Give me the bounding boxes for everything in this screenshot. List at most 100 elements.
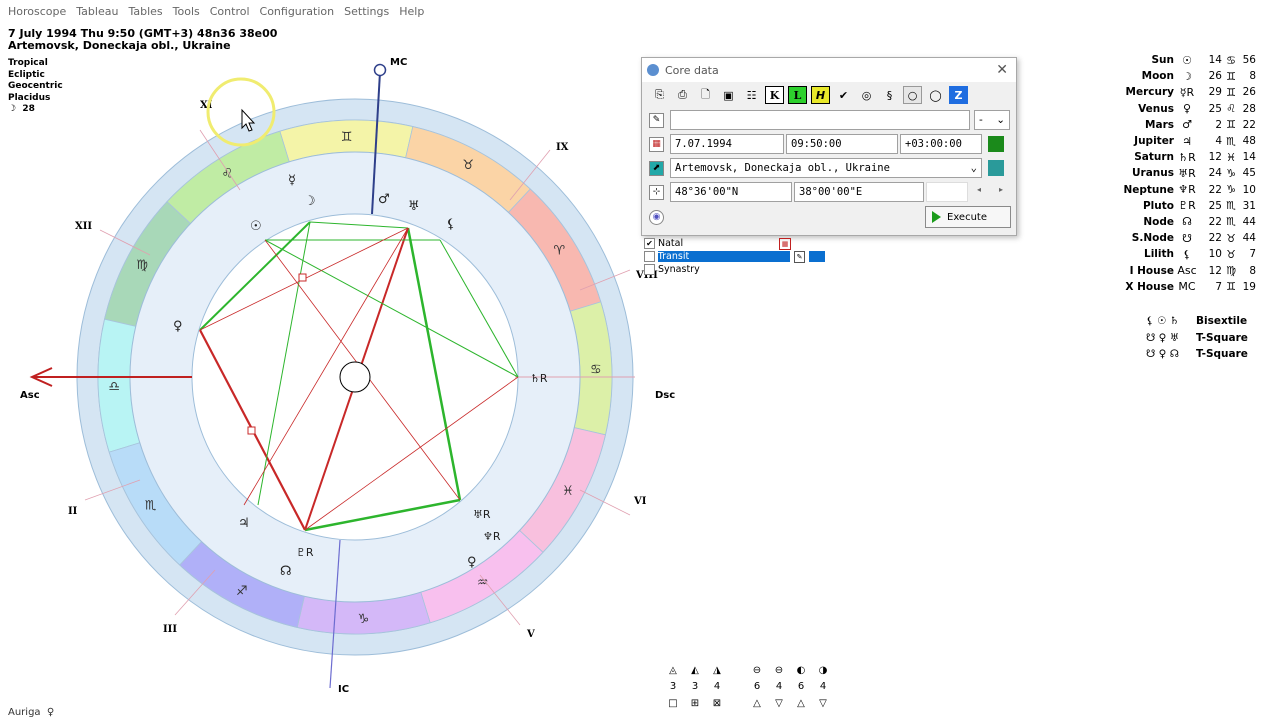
layer-transit[interactable]: Transit ✎ [643,250,825,263]
time-field[interactable]: 09:50:00 [786,134,898,154]
planet-row[interactable]: Pluto ♇R 25 ♏ 31 [1090,198,1256,214]
scroll-right-icon[interactable]: ▸ [999,185,1003,194]
planet-row[interactable]: S.Node ☋ 22 ♉ 44 [1090,230,1256,246]
zodiac-sign-icon: ♓ [562,484,574,499]
planet-glyph: ♀ [1182,102,1192,116]
zodiac-sign-icon: ♌ [221,167,233,182]
timezone-color-button[interactable] [988,136,1004,152]
planet-row[interactable]: X House MC 7 ♊ 19 [1090,279,1256,295]
date-field[interactable]: 7.07.1994 [670,134,784,154]
planet-glyph-sun: ☉ [250,219,262,234]
planet-row[interactable]: Neptune ♆R 22 ♑ 10 [1090,182,1256,198]
planet-minutes: 56 [1242,54,1256,67]
planet-sign: ♏ [1226,215,1236,229]
planet-row[interactable]: Uranus ♅R 24 ♑ 45 [1090,165,1256,181]
planet-row[interactable]: Saturn ♄R 12 ♓ 14 [1090,149,1256,165]
house-label-iii: III [163,624,177,635]
close-icon[interactable]: ✕ [996,62,1008,78]
h-button[interactable]: H [811,86,830,104]
menu-horoscope[interactable]: Horoscope [8,5,66,23]
planet-row[interactable]: Venus ♀ 25 ♌ 28 [1090,101,1256,117]
stats-row-values-left: 3 3 4 [662,681,728,692]
menu-tableau[interactable]: Tableau [76,5,118,23]
calendar-icon[interactable]: ▦ [649,137,664,152]
layer-natal[interactable]: ✔ Natal ▦ [643,237,825,250]
planet-glyph: Asc [1177,264,1197,278]
edit-icon[interactable]: ✎ [793,250,806,263]
name-icon: ✎ [649,113,664,128]
s-icon[interactable]: § [880,86,899,104]
spiral-icon[interactable]: ◎ [857,86,876,104]
place-icon[interactable]: ⬈ [649,161,664,176]
planet-row[interactable]: Jupiter ♃ 4 ♏ 48 [1090,133,1256,149]
dialog-titlebar[interactable]: Core data ✕ [642,58,1016,82]
planet-row[interactable]: Lilith ⚸ 10 ♉ 7 [1090,246,1256,262]
checkbox-icon[interactable] [644,264,655,275]
menu-settings[interactable]: Settings [344,5,389,23]
planet-minutes: 28 [1242,102,1256,115]
planet-degree: 2 [1215,118,1222,131]
planet-row[interactable]: Mercury ☿R 29 ♊ 26 [1090,84,1256,100]
stat-glyph: ▽ [775,698,783,709]
timezone-field[interactable]: +03:00:00 [900,134,982,154]
scroll-left-icon[interactable]: ◂ [977,185,981,194]
planet-degree: 25 [1208,102,1222,115]
menu-tables[interactable]: Tables [128,5,162,23]
planet-row[interactable]: Mars ♂ 2 ♊ 22 [1090,117,1256,133]
menu-tools[interactable]: Tools [173,5,200,23]
planet-glyph: ☽ [1182,69,1192,83]
aspect-pattern: ⚸ ☉ ♄ Bisextile [1146,313,1248,330]
planet-degree: 24 [1208,167,1222,180]
planet-minutes: 31 [1242,199,1256,212]
planet-degree: 12 [1208,151,1222,164]
horoscope-wheel[interactable]: ♊♉♈♋♓♌♒♍♑♎♐♏ XI IX XII VIII VI II III V … [0,40,700,700]
zodiac-sign-icon: ♈ [554,243,566,258]
planet-name: Mercury [1125,86,1174,99]
planet-minutes: 44 [1242,232,1256,245]
layer-synastry[interactable]: Synastry [643,263,825,276]
planet-name: Neptune [1123,183,1174,196]
latitude-field[interactable]: 48°36'00"N [670,182,792,202]
menu-configuration[interactable]: Configuration [260,5,335,23]
aspect-square-marker [247,426,256,435]
planet-glyph: ♅R [1178,166,1196,180]
planet-row[interactable]: Node ☊ 22 ♏ 44 [1090,214,1256,230]
table-icon[interactable]: ☷ [742,86,761,104]
calendar-icon[interactable]: ▦ [779,237,791,250]
status-label: Auriga [8,707,41,718]
place-field[interactable]: Artemovsk, Doneckaja obl., Ukraine ⌄ [670,158,982,178]
planet-row[interactable]: I House Asc 12 ♍ 8 [1090,262,1256,278]
l-button[interactable]: L [788,86,807,104]
stat-glyph: ▽ [819,698,827,709]
checkbox-checked-icon[interactable]: ✔ [644,238,655,249]
settings-wheel-icon[interactable]: ◉ [649,210,664,225]
z-button[interactable]: Z [949,86,968,104]
longitude-field[interactable]: 38°00'00"E [794,182,924,202]
execute-button[interactable]: Execute [925,206,1011,228]
planet-sign: ♊ [1226,69,1236,83]
planet-degree: 25 [1208,199,1222,212]
atlas-button[interactable] [988,160,1004,176]
check-icon[interactable]: ✔ [834,86,853,104]
play-icon [932,211,941,223]
menu-help[interactable]: Help [399,5,424,23]
name-field[interactable] [670,110,970,130]
circle-small-icon[interactable]: ○ [903,86,922,104]
save-icon[interactable]: ▣ [719,86,738,104]
extra-field[interactable] [926,182,968,202]
k-button[interactable]: K [765,86,784,104]
stat-glyph: ⊞ [690,698,700,709]
aspect-patterns-list: ⚸ ☉ ♄ Bisextile ☋ ♀ ♅ T-Square ☋ ♀ ☊ T-Squa… [1146,313,1248,363]
gender-select[interactable]: - ⌄ [974,110,1010,130]
planet-row[interactable]: Sun ☉ 14 ♋ 56 [1090,52,1256,68]
planet-row[interactable]: Moon ☽ 26 ♊ 8 [1090,68,1256,84]
menu-control[interactable]: Control [210,5,250,23]
new-icon[interactable]: 🗋 [696,86,715,104]
coords-icon[interactable]: ⊹ [649,185,664,200]
paste-icon[interactable]: ⎙ [673,86,692,104]
circle-icon[interactable]: ◯ [926,86,945,104]
zodiac-sign-icon: ♎ [108,379,120,394]
copy-icon[interactable]: ⎘ [650,86,669,104]
checkbox-icon[interactable] [644,251,655,262]
stat-value: 4 [713,681,721,692]
